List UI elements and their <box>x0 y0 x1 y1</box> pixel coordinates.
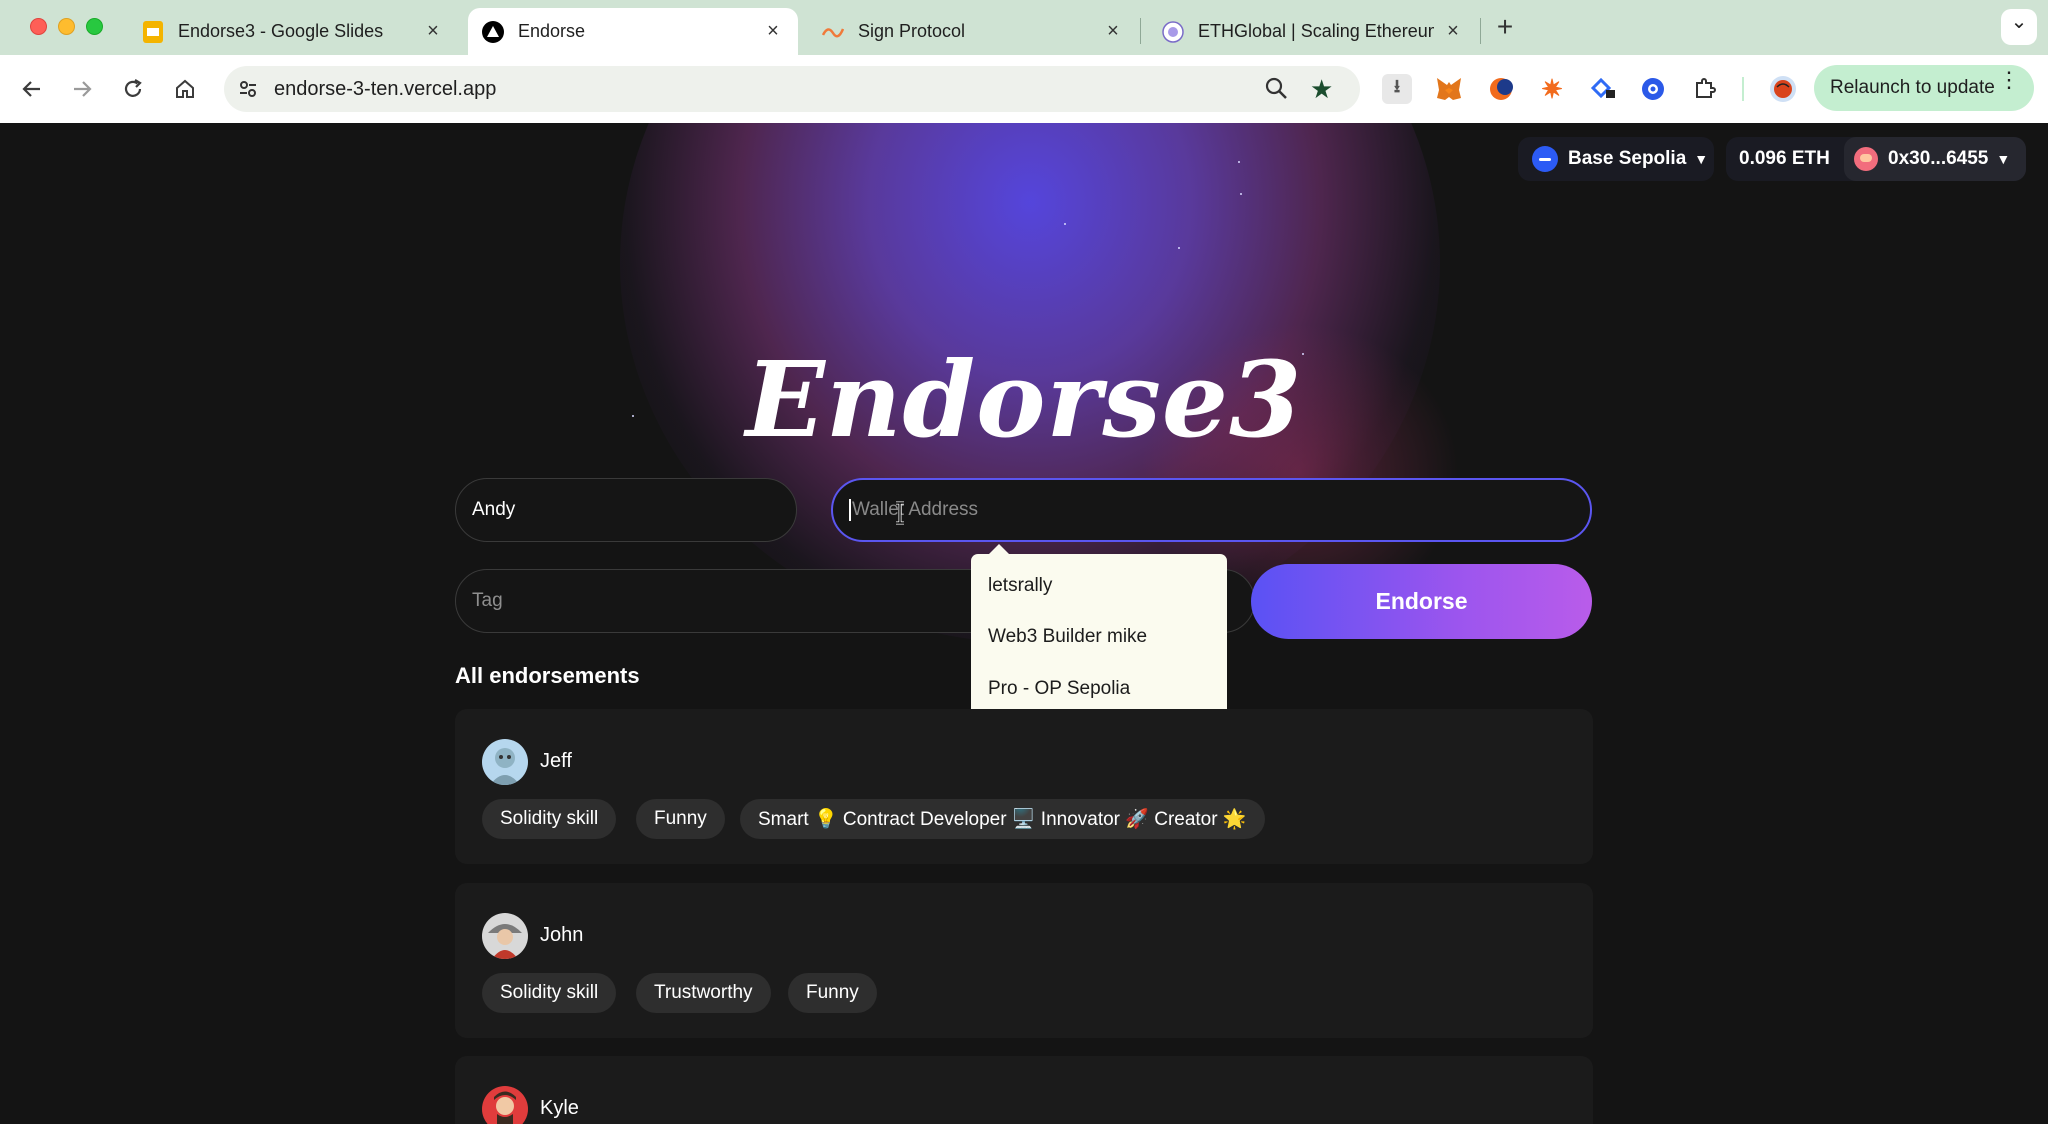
extension-ring-icon[interactable] <box>1638 74 1668 104</box>
text-caret <box>849 499 851 521</box>
suggestion-option[interactable]: Pro - OP Sepolia <box>988 678 1130 700</box>
suggestion-option[interactable]: Web3 Builder mike <box>988 626 1147 648</box>
endorse-button[interactable]: Endorse <box>1251 564 1592 639</box>
home-button[interactable] <box>169 73 201 105</box>
back-button[interactable] <box>16 73 48 105</box>
toolbar-divider <box>1742 77 1744 101</box>
suggestion-option[interactable]: letsrally <box>988 575 1052 597</box>
star-dot <box>1240 193 1242 195</box>
account-address: 0x30...6455 <box>1888 148 1989 169</box>
tag-chip: Smart 💡 Contract Developer 🖥️ Innovator … <box>740 799 1265 839</box>
network-selector-button[interactable]: Base Sepolia ▼ <box>1518 137 1714 181</box>
tab-title: ETHGlobal | Scaling Ethereum <box>1198 21 1434 41</box>
tag-chip: Funny <box>788 973 877 1013</box>
address-bar[interactable]: endorse-3-ten.vercel.app ★ <box>224 66 1360 112</box>
tag-chip: Funny <box>636 799 725 839</box>
reload-button[interactable] <box>117 73 149 105</box>
more-menu-icon[interactable]: ⋮ <box>1998 69 2020 91</box>
tab-ethglobal[interactable]: ETHGlobal | Scaling Ethereum × <box>1148 8 1478 55</box>
wallet-address-placeholder: Wallet Address <box>852 499 979 520</box>
url-text: endorse-3-ten.vercel.app <box>274 78 497 100</box>
arrow-left-icon <box>22 81 40 97</box>
star-dot <box>1178 247 1180 249</box>
star-dot <box>1064 223 1066 225</box>
endorsement-card: John Solidity skill Trustworthy Funny <box>455 883 1593 1038</box>
browser-tab-bar: Endorse3 - Google Slides × Endorse × Sig… <box>0 0 2048 55</box>
tab-endorse[interactable]: Endorse × <box>468 8 798 55</box>
base-network-icon <box>1532 146 1558 172</box>
tab-sign-protocol[interactable]: Sign Protocol × <box>808 8 1138 55</box>
downloads-icon[interactable]: ⭳ <box>1382 74 1412 104</box>
tab-google-slides[interactable]: Endorse3 - Google Slides × <box>128 8 458 55</box>
home-icon <box>176 79 194 98</box>
window-maximize-button[interactable] <box>86 18 103 35</box>
tab-divider <box>1480 18 1481 44</box>
vercel-icon <box>482 20 504 43</box>
window-minimize-button[interactable] <box>58 18 75 35</box>
zoom-icon[interactable] <box>1264 76 1288 105</box>
extensions-puzzle-icon[interactable] <box>1690 74 1720 104</box>
new-tab-button[interactable]: + <box>1490 12 1520 42</box>
account-avatar <box>1854 147 1878 171</box>
account-address-button[interactable]: 0x30...6455 ▼ <box>1844 137 2026 181</box>
sign-protocol-icon <box>822 21 844 43</box>
relaunch-to-update-button[interactable]: Relaunch to update ⋮ <box>1814 65 2034 111</box>
avatar <box>482 1086 528 1124</box>
window-close-button[interactable] <box>30 18 47 35</box>
close-tab-icon[interactable]: × <box>1102 20 1124 43</box>
close-tab-icon[interactable]: × <box>422 20 444 43</box>
reload-icon <box>124 79 142 97</box>
endorse3-page: Base Sepolia ▼ 0.096 ETH 0x30...6455 ▼ E… <box>0 123 2048 1124</box>
endorsement-card: Kyle <box>455 1056 1593 1124</box>
close-tab-icon[interactable]: × <box>762 20 784 43</box>
star-dot <box>1238 161 1240 163</box>
network-name: Base Sepolia <box>1568 148 1687 169</box>
chevron-down-icon: ▼ <box>1996 151 2011 167</box>
endorsement-card: Jeff Solidity skill Funny Smart 💡 Contra… <box>455 709 1593 864</box>
avatar <box>482 913 528 959</box>
tag-chip: Solidity skill <box>482 799 617 839</box>
wallet-address-input[interactable]: Wallet Address <box>831 478 1592 542</box>
tab-title: Endorse <box>518 21 586 41</box>
tag-placeholder: Tag <box>472 590 503 611</box>
app-logo: Endorse3 <box>745 338 1303 461</box>
person-name: Kyle <box>540 1097 579 1119</box>
tab-title: Sign Protocol <box>858 21 966 41</box>
tag-chip: Trustworthy <box>636 973 771 1013</box>
tab-title: Endorse3 - Google Slides <box>178 21 384 41</box>
eth-balance: 0.096 ETH <box>1739 148 1830 169</box>
account-button[interactable]: 0.096 ETH 0x30...6455 ▼ <box>1726 137 2026 181</box>
avatar <box>482 739 528 785</box>
tab-search-button[interactable]: ⌄ <box>2001 9 2037 45</box>
browser-toolbar: endorse-3-ten.vercel.app ★ ⭳ ✷ Relaunch … <box>0 55 2048 123</box>
site-settings-icon[interactable] <box>234 75 262 103</box>
ethglobal-icon <box>1162 20 1184 43</box>
person-name: John <box>540 924 584 946</box>
bookmark-star-icon[interactable]: ★ <box>1310 74 1333 105</box>
close-tab-icon[interactable]: × <box>1442 20 1464 43</box>
forward-button[interactable] <box>66 73 98 105</box>
google-slides-icon <box>142 20 164 43</box>
arrow-right-icon <box>74 81 92 97</box>
relaunch-label: Relaunch to update <box>1830 77 1995 98</box>
extension-lock-icon[interactable] <box>1588 74 1618 104</box>
tag-chip: Solidity skill <box>482 973 617 1013</box>
autocomplete-dropdown: letsrally Web3 Builder mike Pro - OP Sep… <box>971 544 1227 718</box>
name-input[interactable]: Andy <box>455 478 797 542</box>
chevron-down-icon: ▼ <box>1694 151 1709 167</box>
tab-divider <box>1140 18 1141 44</box>
text-cursor-icon <box>896 501 904 525</box>
metamask-icon[interactable] <box>1434 74 1464 104</box>
person-name: Jeff <box>540 750 572 772</box>
extension-spark-icon[interactable]: ✷ <box>1537 74 1567 104</box>
section-title: All endorsements <box>455 663 640 688</box>
profile-avatar[interactable] <box>1768 74 1798 104</box>
extension-orange-circle-icon[interactable] <box>1486 74 1516 104</box>
name-input-value: Andy <box>472 499 516 520</box>
